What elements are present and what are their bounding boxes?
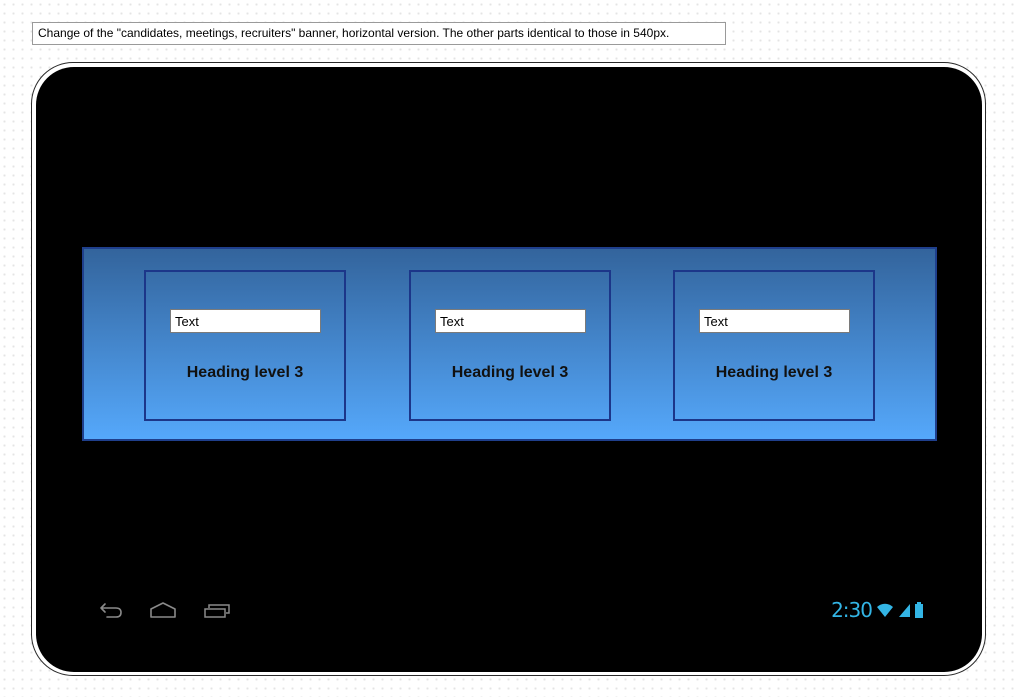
wifi-icon: [877, 603, 893, 617]
signal-icon: [899, 604, 910, 617]
system-nav-bar: 2:30: [36, 595, 982, 625]
annotation-note: Change of the "candidates, meetings, rec…: [32, 22, 726, 45]
text-input-2[interactable]: [435, 309, 586, 333]
banner: Heading level 3 Heading level 3 Heading …: [82, 247, 937, 441]
home-button[interactable]: [146, 597, 180, 623]
banner-card-3: Heading level 3: [673, 270, 875, 421]
text-input-3[interactable]: [699, 309, 850, 333]
tablet-screen: Heading level 3 Heading level 3 Heading …: [36, 67, 982, 672]
recent-apps-button[interactable]: [200, 597, 234, 623]
home-icon: [150, 602, 176, 618]
card-heading-2: Heading level 3: [451, 364, 569, 381]
text-input-1[interactable]: [170, 309, 321, 333]
banner-card-1: Heading level 3: [144, 270, 346, 421]
card-heading-3: Heading level 3: [715, 364, 833, 381]
battery-icon: [915, 602, 923, 618]
annotation-text: Change of the "candidates, meetings, rec…: [38, 26, 670, 40]
card-heading-1: Heading level 3: [186, 364, 304, 381]
clock-time: 2:30: [831, 598, 873, 622]
back-button[interactable]: [92, 597, 126, 623]
recent-apps-icon: [204, 604, 230, 618]
back-icon: [100, 603, 122, 618]
banner-card-2: Heading level 3: [409, 270, 611, 421]
status-area: 2:30: [831, 598, 924, 622]
